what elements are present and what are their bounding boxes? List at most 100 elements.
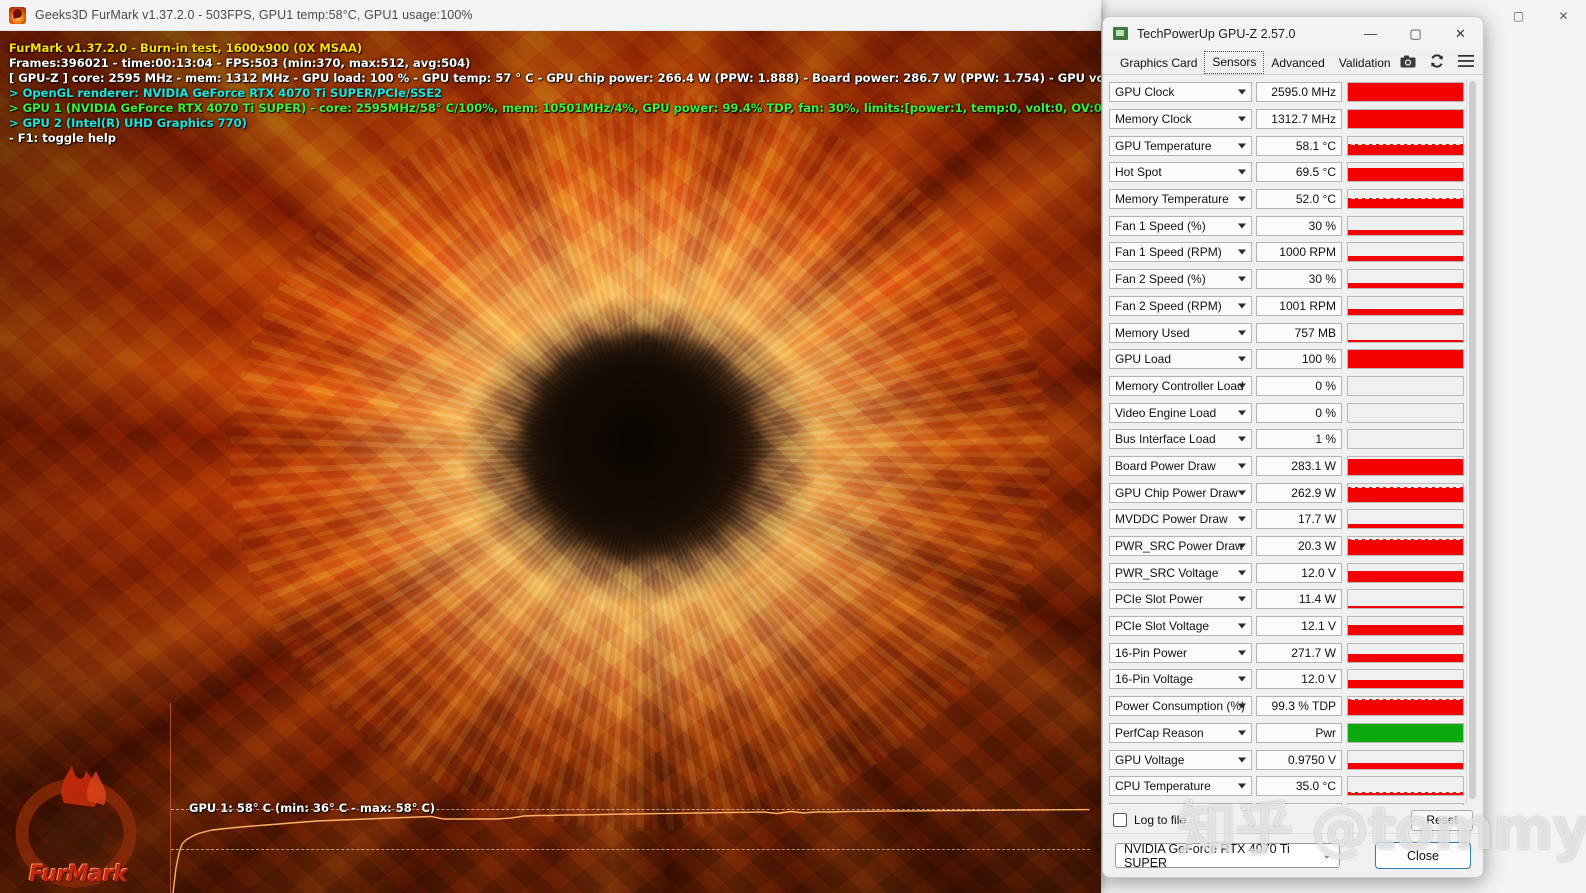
sensor-name-dropdown[interactable]: GPU Chip Power Draw	[1109, 482, 1252, 503]
sensor-graph-noise	[1348, 143, 1463, 146]
chevron-down-icon[interactable]	[1238, 196, 1246, 202]
chevron-down-icon[interactable]	[1238, 463, 1246, 469]
hud-line-2: [ GPU-Z ] core: 2595 MHz - mem: 1312 MHz…	[9, 71, 1101, 85]
log-to-file-label[interactable]: Log to file	[1134, 813, 1186, 827]
chevron-down-icon[interactable]	[1238, 223, 1246, 229]
sensor-name-dropdown[interactable]: 16-Pin Power	[1109, 642, 1252, 663]
sensor-name-dropdown[interactable]: Fan 1 Speed (RPM)	[1109, 242, 1252, 263]
chevron-down-icon[interactable]	[1238, 436, 1246, 442]
hamburger-menu-icon[interactable]	[1457, 52, 1475, 70]
sensor-name-dropdown[interactable]: Memory Controller Load	[1109, 375, 1252, 396]
furmark-flame-icon	[9, 6, 26, 24]
gpuz-maximize-button[interactable]: ▢	[1393, 17, 1438, 50]
chevron-down-icon[interactable]	[1238, 410, 1246, 416]
chevron-down-icon[interactable]	[1238, 303, 1246, 309]
furmark-titlebar[interactable]: Geeks3D FurMark v1.37.2.0 - 503FPS, GPU1…	[0, 0, 1101, 31]
sensor-graph-fill	[1348, 339, 1463, 342]
sensor-value: 69.5 °C	[1256, 162, 1342, 183]
tab-advanced[interactable]: Advanced	[1264, 53, 1331, 74]
camera-icon[interactable]	[1399, 52, 1417, 70]
chevron-down-icon[interactable]	[1238, 516, 1246, 522]
sensor-graph	[1347, 696, 1464, 717]
sensor-name-dropdown[interactable]: GPU Clock	[1109, 82, 1252, 103]
sensor-name-dropdown[interactable]: PCIe Slot Voltage	[1109, 616, 1252, 637]
chevron-down-icon[interactable]	[1238, 490, 1246, 496]
chevron-down-icon[interactable]	[1238, 703, 1246, 709]
sensor-name-label: PerfCap Reason	[1115, 725, 1204, 740]
sensor-name-dropdown[interactable]: Bus Interface Load	[1109, 429, 1252, 450]
sensor-name-dropdown[interactable]: PWR_SRC Voltage	[1109, 562, 1252, 583]
chevron-down-icon[interactable]	[1238, 730, 1246, 736]
sensor-name-dropdown[interactable]: GPU Temperature	[1109, 135, 1252, 156]
sensor-name-dropdown[interactable]: Memory Temperature	[1109, 189, 1252, 210]
chevron-down-icon[interactable]	[1238, 596, 1246, 602]
chevron-down-icon[interactable]	[1238, 143, 1246, 149]
refresh-icon[interactable]	[1428, 52, 1446, 70]
sensor-row: Memory Temperature 52.0 °C	[1109, 186, 1464, 213]
hud-line-6: - F1: toggle help	[9, 131, 117, 145]
sensor-graph-fill	[1348, 680, 1463, 689]
chevron-down-icon[interactable]	[1238, 330, 1246, 336]
sensor-value-text: 0 %	[1315, 405, 1336, 420]
chevron-down-icon[interactable]	[1238, 276, 1246, 282]
close-button[interactable]: Close	[1375, 842, 1471, 869]
sensor-name-dropdown[interactable]: GPU Voltage	[1109, 749, 1252, 770]
device-select[interactable]: NVIDIA GeForce RTX 4070 Ti SUPER ⌄	[1115, 842, 1340, 870]
sensor-name-dropdown[interactable]: GPU Load	[1109, 349, 1252, 370]
sensor-name-dropdown[interactable]: Hot Spot	[1109, 162, 1252, 183]
tab-graphics-card[interactable]: Graphics Card	[1113, 53, 1204, 74]
gpuz-close-button[interactable]: ✕	[1438, 17, 1483, 50]
sensor-name-dropdown[interactable]: PCIe Slot Power	[1109, 589, 1252, 610]
sensor-scrollbar[interactable]	[1466, 79, 1477, 805]
sensor-row: Bus Interface Load 1 %	[1109, 426, 1464, 453]
sensor-name-dropdown[interactable]: Video Engine Load	[1109, 402, 1252, 423]
sensor-value-text: 262.9 W	[1291, 485, 1336, 500]
chevron-down-icon[interactable]	[1238, 623, 1246, 629]
sensor-name-dropdown[interactable]: PWR_SRC Power Draw	[1109, 536, 1252, 557]
sensor-value-text: 100 %	[1301, 352, 1336, 367]
sensor-name-dropdown[interactable]: System Memory Used	[1109, 802, 1252, 805]
sensor-name-dropdown[interactable]: CPU Temperature	[1109, 776, 1252, 797]
background-maximize-icon[interactable]: ▢	[1496, 0, 1541, 31]
sensor-scrollbar-thumb[interactable]	[1469, 81, 1476, 799]
sensor-name-label: PWR_SRC Voltage	[1115, 565, 1219, 580]
sensor-name-dropdown[interactable]: Board Power Draw	[1109, 455, 1252, 476]
sensor-graph	[1347, 402, 1464, 423]
chevron-down-icon[interactable]	[1238, 89, 1246, 95]
sensor-value: 1 %	[1256, 429, 1342, 450]
chevron-down-icon[interactable]	[1238, 249, 1246, 255]
chevron-down-icon[interactable]	[1238, 757, 1246, 763]
chevron-down-icon[interactable]	[1238, 676, 1246, 682]
sensor-name-dropdown[interactable]: Memory Used	[1109, 322, 1252, 343]
sensor-name-dropdown[interactable]: 16-Pin Voltage	[1109, 669, 1252, 690]
chevron-down-icon[interactable]	[1238, 383, 1246, 389]
sensor-name-dropdown[interactable]: MVDDC Power Draw	[1109, 509, 1252, 530]
background-close-icon[interactable]: ✕	[1541, 0, 1586, 31]
sensor-graph-fill	[1348, 458, 1463, 475]
sensor-name-dropdown[interactable]: Power Consumption (%)	[1109, 696, 1252, 717]
sensor-name-dropdown[interactable]: Memory Clock	[1109, 109, 1252, 130]
tab-validation[interactable]: Validation	[1332, 53, 1398, 74]
chevron-down-icon[interactable]	[1238, 116, 1246, 122]
sensor-name-dropdown[interactable]: Fan 2 Speed (%)	[1109, 269, 1252, 290]
sensor-graph	[1347, 135, 1464, 156]
sensor-graph	[1347, 589, 1464, 610]
gpuz-titlebar[interactable]: TechPowerUp GPU-Z 2.57.0 — ▢ ✕	[1103, 17, 1483, 50]
chevron-down-icon[interactable]	[1238, 650, 1246, 656]
sensor-name-dropdown[interactable]: PerfCap Reason	[1109, 722, 1252, 743]
sensor-graph-fill	[1348, 487, 1463, 502]
chevron-down-icon[interactable]	[1238, 783, 1246, 789]
chevron-down-icon[interactable]	[1238, 356, 1246, 362]
sensor-graph-fill	[1348, 723, 1463, 742]
sensor-name-dropdown[interactable]: Fan 2 Speed (RPM)	[1109, 295, 1252, 316]
close-button-label: Close	[1407, 848, 1439, 863]
sensor-value-text: 99.3 % TDP	[1271, 699, 1336, 714]
chevron-down-icon[interactable]	[1238, 169, 1246, 175]
log-to-file-checkbox[interactable]	[1113, 813, 1127, 827]
chevron-down-icon[interactable]	[1238, 570, 1246, 576]
chevron-down-icon[interactable]	[1238, 543, 1246, 549]
reset-button[interactable]: Reset	[1411, 809, 1473, 831]
gpuz-minimize-button[interactable]: —	[1348, 17, 1393, 50]
sensor-name-dropdown[interactable]: Fan 1 Speed (%)	[1109, 215, 1252, 236]
tab-sensors[interactable]: Sensors	[1204, 51, 1265, 74]
